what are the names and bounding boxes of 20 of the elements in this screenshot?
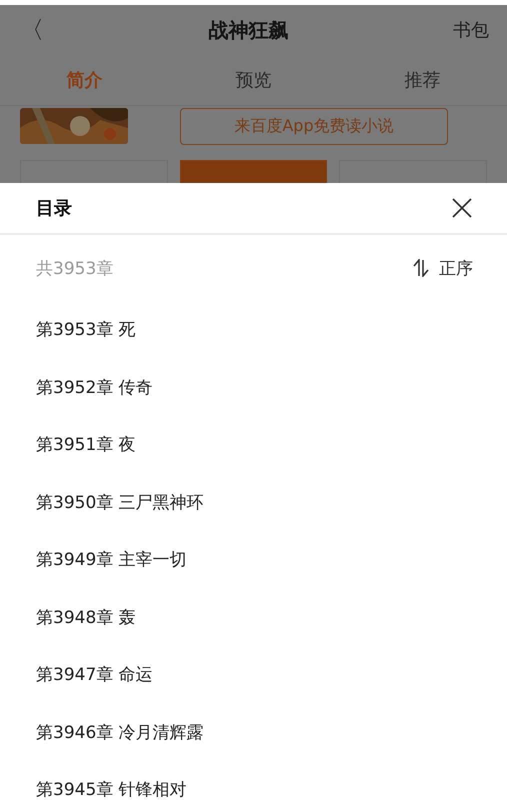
close-icon[interactable] (451, 197, 473, 219)
chapter-count: 共3953章 (36, 258, 114, 280)
chapter-item[interactable]: 第3952章 传奇 (0, 358, 507, 416)
download-button[interactable] (180, 160, 328, 185)
action-button[interactable] (20, 160, 168, 185)
chapter-item[interactable]: 第3949章 主宰一切 (0, 531, 507, 588)
sort-button[interactable]: 正序 (411, 256, 473, 280)
book-title: 战神狂飙 (208, 16, 288, 44)
chapter-item[interactable]: 第3948章 轰 (0, 588, 507, 646)
chapter-item[interactable]: 第3946章 冷月清辉露 (0, 704, 507, 761)
chapter-item[interactable]: 第3953章 死 (0, 301, 507, 358)
action-button[interactable] (339, 160, 488, 185)
chapter-item[interactable]: 第3947章 命运 (0, 646, 507, 704)
chapter-item[interactable]: 第3945章 针锋相对 (0, 761, 507, 800)
chapter-item[interactable]: 第3951章 夜 (0, 416, 507, 474)
back-button[interactable]: 〈 (20, 14, 44, 46)
catalog-title: 目录 (36, 197, 72, 220)
bookshelf-link[interactable]: 书包 (453, 18, 489, 42)
sort-icon (411, 259, 431, 277)
chapter-item[interactable]: 第3950章 三尸黑神环 (0, 474, 507, 531)
